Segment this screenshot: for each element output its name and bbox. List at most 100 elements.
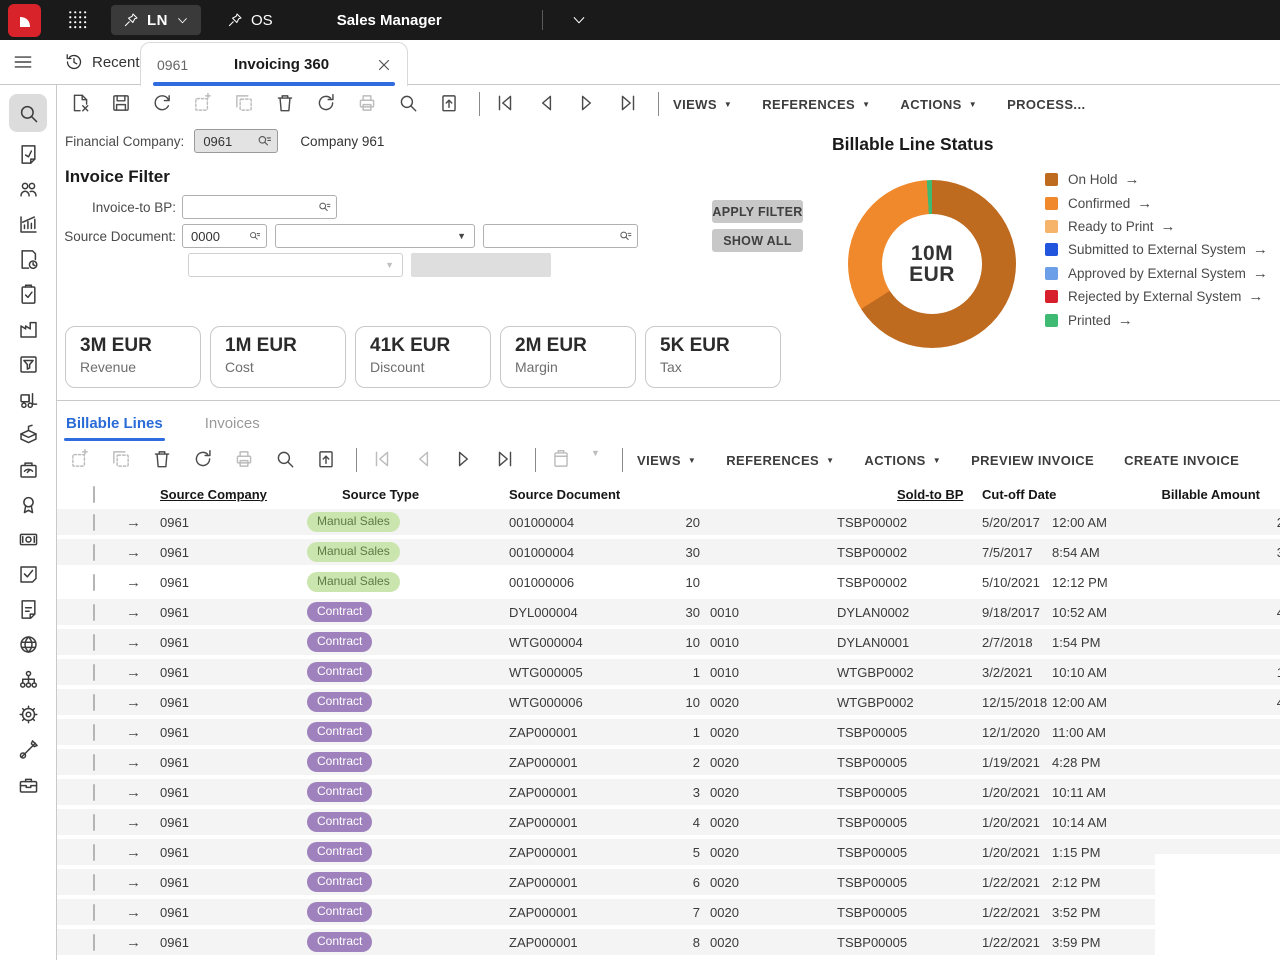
row-drill-arrow[interactable]: → — [121, 514, 151, 531]
panel-menu[interactable]: PREVIEW INVOICE — [971, 453, 1094, 468]
app-switcher-grid-icon[interactable] — [67, 9, 89, 31]
sidebar-item[interactable] — [9, 94, 47, 132]
col-source-document[interactable]: Source Document — [484, 487, 827, 502]
row-drill-arrow[interactable]: → — [121, 574, 151, 591]
table-row[interactable]: → 0961 Contract WTG000004 10 0010 DYLAN0… — [57, 629, 1280, 655]
sidebar-item[interactable] — [9, 737, 47, 762]
panel-tab[interactable]: Invoices — [205, 415, 260, 441]
source-number-field[interactable] — [483, 224, 638, 248]
source-type-select[interactable]: ▼ — [275, 224, 475, 248]
panel-menu[interactable]: ACTIONS — [864, 453, 941, 468]
col-sold-to-bp[interactable]: Sold-to BP — [827, 487, 972, 502]
row-checkbox[interactable] — [93, 574, 95, 591]
nav-button[interactable] — [617, 92, 641, 116]
row-checkbox[interactable] — [93, 544, 95, 561]
toolbar-menu[interactable]: REFERENCES — [762, 97, 870, 112]
lookup-icon[interactable] — [248, 228, 262, 245]
toolbar-menu[interactable]: PROCESS... — [1007, 97, 1085, 112]
financial-company-field[interactable]: 0961 — [194, 129, 278, 153]
menu-hamburger-icon[interactable] — [12, 51, 34, 73]
sidebar-item[interactable] — [9, 527, 47, 552]
table-row[interactable]: → 0961 Contract ZAP000001 8 0020 TSBP000… — [57, 929, 1280, 955]
recent-button[interactable]: Recent — [64, 52, 140, 72]
row-drill-arrow[interactable]: → — [121, 664, 151, 681]
table-row[interactable]: → 0961 Contract ZAP000001 3 0020 TSBP000… — [57, 779, 1280, 805]
legend-drill-arrow[interactable]: → — [1253, 241, 1268, 258]
tab-invoicing-360[interactable]: 0961 Invoicing 360 — [140, 42, 408, 86]
toolbar-menu[interactable]: VIEWS — [673, 97, 732, 112]
sidebar-item[interactable] — [9, 282, 47, 307]
row-drill-arrow[interactable]: → — [121, 844, 151, 861]
sidebar-item[interactable] — [9, 772, 47, 797]
row-checkbox[interactable] — [93, 934, 95, 951]
nav-button[interactable] — [494, 448, 518, 472]
sidebar-item[interactable] — [9, 352, 47, 377]
sidebar-item[interactable] — [9, 142, 47, 167]
paste-button[interactable] — [550, 448, 574, 472]
table-row[interactable]: → 0961 Contract WTG000005 1 0010 WTGBP00… — [57, 659, 1280, 685]
col-source-type[interactable]: Source Type — [282, 487, 484, 502]
toolbar-button[interactable] — [233, 92, 257, 116]
sidebar-item[interactable] — [9, 317, 47, 342]
table-row[interactable]: → 0961 Contract ZAP000001 1 0020 TSBP000… — [57, 719, 1280, 745]
sidebar-item[interactable] — [9, 597, 47, 622]
sidebar-item[interactable] — [9, 212, 47, 237]
show-all-button[interactable]: SHOW ALL — [712, 229, 803, 252]
lookup-icon[interactable] — [317, 199, 332, 216]
toolbar-button[interactable] — [110, 92, 134, 116]
row-drill-arrow[interactable]: → — [121, 634, 151, 651]
donut-chart[interactable]: 10M EUR — [848, 180, 1016, 348]
close-icon[interactable] — [375, 56, 393, 74]
role-dropdown-chevron-icon[interactable] — [571, 12, 587, 28]
sidebar-item[interactable] — [9, 562, 47, 587]
paste-dropdown[interactable]: ▼ — [591, 448, 605, 472]
toolbar-menu[interactable]: ACTIONS — [900, 97, 977, 112]
source-document-field[interactable] — [182, 224, 267, 248]
row-drill-arrow[interactable]: → — [121, 694, 151, 711]
toolbar-button[interactable] — [151, 448, 175, 472]
toolbar-button[interactable] — [274, 448, 298, 472]
col-source-company[interactable]: Source Company — [151, 487, 282, 502]
toolbar-button[interactable] — [192, 448, 216, 472]
table-row[interactable]: → 0961 Contract ZAP000001 2 0020 TSBP000… — [57, 749, 1280, 775]
nav-button[interactable] — [576, 92, 600, 116]
invoice-to-bp-input[interactable] — [191, 200, 317, 215]
panel-menu[interactable]: VIEWS — [637, 453, 696, 468]
lookup-icon[interactable] — [256, 133, 273, 150]
table-row[interactable]: → 0961 Manual Sales 001000006 10 TSBP000… — [57, 569, 1280, 595]
toolbar-button[interactable] — [69, 448, 93, 472]
row-checkbox[interactable] — [93, 874, 95, 891]
row-drill-arrow[interactable]: → — [121, 904, 151, 921]
app-selector-ln[interactable]: LN — [111, 5, 201, 35]
row-checkbox[interactable] — [93, 754, 95, 771]
source-number-input[interactable] — [492, 229, 618, 244]
sidebar-item[interactable] — [9, 632, 47, 657]
row-checkbox[interactable] — [93, 724, 95, 741]
row-checkbox[interactable] — [93, 604, 95, 621]
panel-tab[interactable]: Billable Lines — [66, 415, 163, 441]
col-cut-off-date[interactable]: Cut-off Date — [972, 487, 1117, 502]
sidebar-item[interactable] — [9, 422, 47, 447]
toolbar-button[interactable] — [192, 92, 216, 116]
toolbar-button[interactable] — [356, 92, 380, 116]
toolbar-button[interactable] — [315, 448, 339, 472]
row-checkbox[interactable] — [93, 514, 95, 531]
sidebar-item[interactable] — [9, 387, 47, 412]
kpi-card[interactable]: 1M EUR Cost — [210, 326, 346, 388]
sidebar-item[interactable] — [9, 667, 47, 692]
row-drill-arrow[interactable]: → — [121, 934, 151, 951]
row-checkbox[interactable] — [93, 844, 95, 861]
row-checkbox[interactable] — [93, 664, 95, 681]
table-row[interactable]: → 0961 Contract ZAP000001 5 0020 TSBP000… — [57, 839, 1280, 865]
source-document-input[interactable] — [191, 229, 248, 244]
table-row[interactable]: → 0961 Manual Sales 001000004 20 TSBP000… — [57, 509, 1280, 535]
toolbar-button[interactable] — [110, 448, 134, 472]
secondary-select-disabled[interactable]: ▼ — [188, 253, 403, 277]
row-drill-arrow[interactable]: → — [121, 784, 151, 801]
panel-menu[interactable]: CREATE INVOICE — [1124, 453, 1239, 468]
row-drill-arrow[interactable]: → — [121, 724, 151, 741]
kpi-card[interactable]: 2M EUR Margin — [500, 326, 636, 388]
select-all-checkbox[interactable] — [93, 486, 95, 503]
table-row[interactable]: → 0961 Contract WTG000006 10 0020 WTGBP0… — [57, 689, 1280, 715]
nav-button[interactable] — [453, 448, 477, 472]
